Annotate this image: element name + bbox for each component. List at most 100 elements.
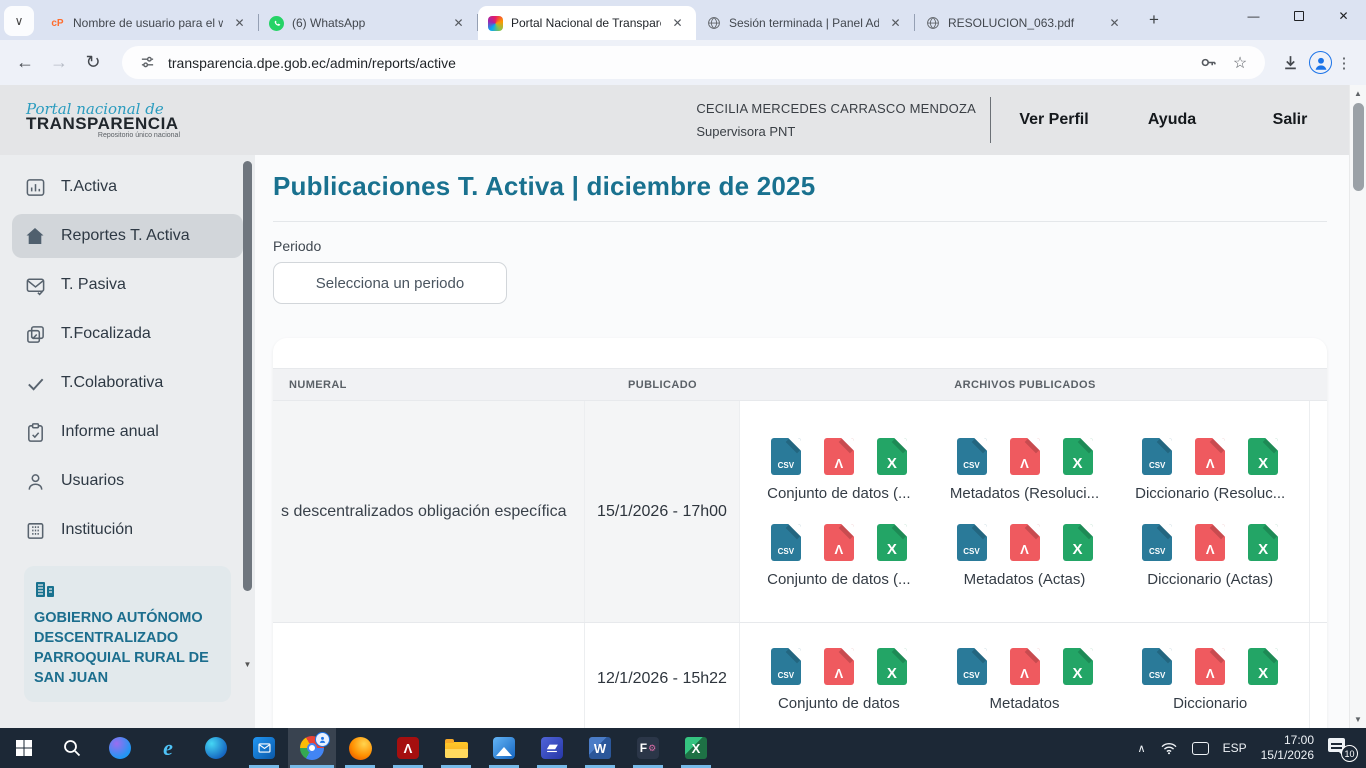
photos-icon[interactable]	[480, 728, 528, 768]
sidebar-item-t-activa[interactable]: T.Activa	[12, 165, 243, 209]
tab-portal-active[interactable]: Portal Nacional de Transpare ✕	[478, 6, 696, 40]
tab-close-icon[interactable]: ✕	[231, 15, 248, 32]
file-group-label[interactable]: Conjunto de datos (...	[767, 485, 910, 502]
ver-perfil-link[interactable]: Ver Perfil	[995, 111, 1113, 129]
language-indicator[interactable]: ESP	[1223, 741, 1247, 755]
sidebar-item-reportes-t-activa[interactable]: Reportes T. Activa	[12, 214, 243, 258]
csv-file-icon[interactable]: CSV	[771, 524, 801, 561]
mail-icon[interactable]	[240, 728, 288, 768]
file-explorer-icon[interactable]	[432, 728, 480, 768]
tab-close-icon[interactable]: ✕	[887, 15, 904, 32]
sidebar-item-t-colaborativa[interactable]: T.Colaborativa	[12, 361, 243, 405]
firefox-icon[interactable]	[336, 728, 384, 768]
tab-close-icon[interactable]: ✕	[669, 15, 686, 32]
site-info-icon[interactable]	[136, 52, 158, 74]
excel-file-icon[interactable]: X	[1248, 648, 1278, 685]
internet-explorer-icon[interactable]: e	[144, 728, 192, 768]
sidebar-item-current-institution[interactable]: GOBIERNO AUTÓNOMO DESCENTRALIZADO PARROQ…	[24, 566, 231, 702]
start-button[interactable]	[0, 728, 48, 768]
csv-file-icon[interactable]: CSV	[1142, 524, 1172, 561]
file-group-label[interactable]: Metadatos (Actas)	[964, 571, 1086, 588]
scroll-up-icon[interactable]: ▲	[1350, 89, 1366, 98]
sidebar-item-t-pasiva[interactable]: T. Pasiva	[12, 263, 243, 307]
scroll-down-icon[interactable]: ▼	[1350, 715, 1366, 724]
notification-center-icon[interactable]: 10	[1328, 736, 1354, 760]
excel-file-icon[interactable]: X	[877, 524, 907, 561]
forward-icon[interactable]: →	[44, 48, 74, 78]
display-icon[interactable]	[1192, 742, 1209, 755]
sidebar-item-informe-anual[interactable]: Informe anual	[12, 410, 243, 454]
tab-cpanel[interactable]: Nombre de usuario para el w ✕	[40, 6, 258, 40]
address-bar[interactable]: transparencia.dpe.gob.ec/admin/reports/a…	[122, 46, 1265, 79]
password-key-icon[interactable]	[1197, 52, 1219, 74]
sidebar-item-institucion[interactable]: Institución	[12, 508, 243, 552]
new-tab-button[interactable]: +	[1141, 7, 1167, 33]
csv-file-icon[interactable]: CSV	[957, 524, 987, 561]
scanner-app-icon[interactable]	[528, 728, 576, 768]
csv-file-icon[interactable]: CSV	[957, 438, 987, 475]
excel-icon[interactable]: X	[672, 728, 720, 768]
tab-whatsapp[interactable]: (6) WhatsApp ✕	[259, 6, 477, 40]
pdf-file-icon[interactable]	[824, 648, 854, 685]
file-group-label[interactable]: Diccionario (Resoluc...	[1135, 485, 1285, 502]
back-icon[interactable]: ←	[10, 48, 40, 78]
file-group-label[interactable]: Diccionario (Actas)	[1147, 571, 1273, 588]
pdf-file-icon[interactable]	[1195, 524, 1225, 561]
pdf-file-icon[interactable]	[1010, 438, 1040, 475]
excel-file-icon[interactable]: X	[1063, 648, 1093, 685]
tab-close-icon[interactable]: ✕	[450, 15, 467, 32]
excel-file-icon[interactable]: X	[877, 438, 907, 475]
reload-icon[interactable]: ↻	[78, 48, 108, 78]
close-button[interactable]: ✕	[1321, 0, 1366, 32]
f-app-icon[interactable]: F⚙	[624, 728, 672, 768]
word-icon[interactable]: W	[576, 728, 624, 768]
csv-file-icon[interactable]: CSV	[1142, 648, 1172, 685]
profile-avatar[interactable]	[1309, 51, 1332, 74]
minimize-button[interactable]: —	[1231, 0, 1276, 32]
acrobat-icon[interactable]: Λ	[384, 728, 432, 768]
tab-sesion[interactable]: Sesión terminada | Panel Ad ✕	[696, 6, 914, 40]
period-select[interactable]: Selecciona un periodo	[273, 262, 507, 304]
file-group-label[interactable]: Diccionario	[1173, 695, 1247, 712]
csv-file-icon[interactable]: CSV	[771, 648, 801, 685]
sidebar-item-usuarios[interactable]: Usuarios	[12, 459, 243, 503]
file-group-label[interactable]: Metadatos (Resoluci...	[950, 485, 1099, 502]
pdf-file-icon[interactable]	[1195, 438, 1225, 475]
file-group-label[interactable]: Conjunto de datos	[778, 695, 900, 712]
pdf-file-icon[interactable]	[824, 438, 854, 475]
excel-file-icon[interactable]: X	[1248, 524, 1278, 561]
sidebar-scrollbar[interactable]	[243, 161, 252, 591]
csv-file-icon[interactable]: CSV	[1142, 438, 1172, 475]
download-icon[interactable]	[1275, 48, 1305, 78]
tray-chevron-up-icon[interactable]: ∧	[1138, 742, 1146, 755]
csv-file-icon[interactable]: CSV	[771, 438, 801, 475]
edge-icon[interactable]	[192, 728, 240, 768]
cortana-icon[interactable]	[96, 728, 144, 768]
tab-resolucion-pdf[interactable]: RESOLUCION_063.pdf ✕	[915, 6, 1133, 40]
browser-menu-icon[interactable]: ⋮	[1332, 54, 1356, 72]
ayuda-link[interactable]: Ayuda	[1113, 111, 1231, 129]
clock[interactable]: 17:00 15/1/2026	[1261, 733, 1314, 763]
csv-file-icon[interactable]: CSV	[957, 648, 987, 685]
excel-file-icon[interactable]: X	[1063, 524, 1093, 561]
maximize-button[interactable]	[1276, 0, 1321, 32]
bookmark-star-icon[interactable]: ☆	[1229, 52, 1251, 74]
sidebar-item-t-focalizada[interactable]: T.Focalizada	[12, 312, 243, 356]
pdf-file-icon[interactable]	[1010, 524, 1040, 561]
salir-link[interactable]: Salir	[1231, 111, 1349, 129]
scrollbar-thumb[interactable]	[1353, 103, 1364, 191]
file-group-label[interactable]: Conjunto de datos (...	[767, 571, 910, 588]
page-scrollbar[interactable]: ▲ ▼	[1349, 85, 1366, 728]
excel-file-icon[interactable]: X	[1248, 438, 1278, 475]
file-group-label[interactable]: Metadatos	[989, 695, 1059, 712]
excel-file-icon[interactable]: X	[1063, 438, 1093, 475]
tab-close-icon[interactable]: ✕	[1106, 15, 1123, 32]
tab-search-button[interactable]: ∨	[4, 6, 34, 36]
pdf-file-icon[interactable]	[1195, 648, 1225, 685]
chrome-icon[interactable]	[288, 728, 336, 768]
excel-file-icon[interactable]: X	[877, 648, 907, 685]
sidebar-scroll-down-icon[interactable]: ▼	[243, 660, 252, 669]
wifi-icon[interactable]	[1160, 741, 1178, 755]
pdf-file-icon[interactable]	[1010, 648, 1040, 685]
taskbar-search-icon[interactable]	[48, 728, 96, 768]
